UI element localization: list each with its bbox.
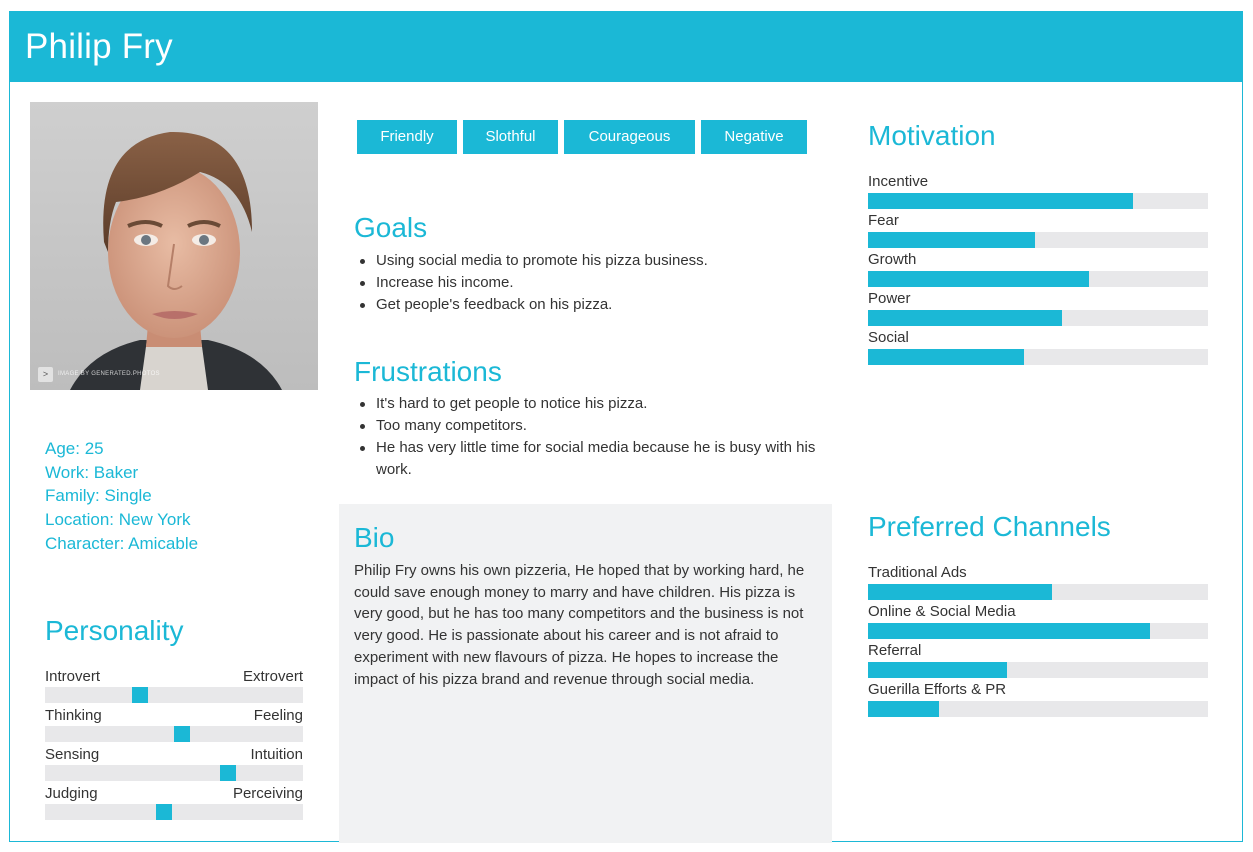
scale-labels: Judging Perceiving xyxy=(45,784,303,803)
bar-fill xyxy=(868,701,940,717)
channels-bars: Traditional Ads Online & Social Media Refe… xyxy=(868,563,1208,719)
fact-location: Location: New York xyxy=(45,510,191,530)
bar-track xyxy=(868,701,1208,717)
trait-tag-courageous[interactable]: Courageous xyxy=(564,120,695,154)
channels-bar-online-and-social-media: Online & Social Media xyxy=(868,602,1208,641)
bar-fill xyxy=(868,271,1089,287)
bar-track xyxy=(868,623,1208,639)
motivation-bar-incentive: Incentive xyxy=(868,172,1208,211)
motivation-bar-fear: Fear xyxy=(868,211,1208,250)
list-item: He has very little time for social media… xyxy=(354,437,824,481)
scale-left-label: Introvert xyxy=(45,668,101,685)
scale-left-label: Judging xyxy=(45,785,98,802)
motivation-bars: Incentive Fear Growth Power Social xyxy=(868,172,1208,367)
scale-marker xyxy=(155,804,172,820)
scale-track xyxy=(45,726,303,742)
persona-card: Philip Fry > IMAGE BY GENERATED.PHOTOS A… xyxy=(9,11,1243,843)
fact-family: Family: Single xyxy=(45,486,152,506)
scale-marker xyxy=(220,765,237,781)
fact-age: Age: 25 xyxy=(45,439,104,458)
scale-left-label: Thinking xyxy=(45,707,102,724)
bar-label: Incentive xyxy=(868,173,929,190)
list-item: It's hard to get people to notice his pi… xyxy=(354,393,824,415)
scale-labels: Introvert Extrovert xyxy=(45,667,303,686)
trait-tag-friendly[interactable]: Friendly xyxy=(357,120,457,154)
personality-scale-judging-perceiving: Judging Perceiving xyxy=(45,784,303,823)
trait-tags: Friendly Slothful Courageous Negative xyxy=(357,120,813,154)
bar-fill xyxy=(868,193,1134,209)
motivation-bar-power: Power xyxy=(868,289,1208,328)
bar-track xyxy=(868,584,1208,600)
bar-track xyxy=(868,271,1208,287)
motivation-bar-growth: Growth xyxy=(868,250,1208,289)
bar-fill xyxy=(868,584,1052,600)
channels-bar-guerilla-efforts-and-pr: Guerilla Efforts & PR xyxy=(868,680,1208,719)
frustrations-heading: Frustrations xyxy=(354,356,502,387)
goals-heading: Goals xyxy=(354,212,428,243)
persona-name: Philip Fry xyxy=(25,27,173,66)
personality-scale-sensing-intuition: Sensing Intuition xyxy=(45,745,303,784)
list-item: Too many competitors. xyxy=(354,415,824,437)
list-item: Using social media to promote his pizza … xyxy=(354,250,824,272)
scale-track xyxy=(45,765,303,781)
scale-right-label: Extrovert xyxy=(242,668,303,685)
personality-scales: Introvert Extrovert Thinking Feeling Sensing… xyxy=(45,667,303,823)
bar-track xyxy=(868,349,1208,365)
goals-list: Using social media to promote his pizza … xyxy=(354,250,824,316)
fact-character: Character: Amicable xyxy=(45,533,199,553)
bar-label: Referral xyxy=(868,642,922,659)
header-bar: Philip Fry xyxy=(10,12,1242,82)
personality-scale-introvert-extrovert: Introvert Extrovert xyxy=(45,667,303,706)
scale-right-label: Intuition xyxy=(250,746,303,763)
scale-labels: Sensing Intuition xyxy=(45,745,303,764)
channels-heading: Preferred Channels xyxy=(868,511,1111,542)
bar-label: Online & Social Media xyxy=(868,603,1016,620)
bar-label: Growth xyxy=(868,251,917,268)
scale-right-label: Feeling xyxy=(253,707,303,724)
bar-track xyxy=(868,193,1208,209)
scale-right-label: Perceiving xyxy=(232,785,303,802)
trait-tag-negative[interactable]: Negative xyxy=(701,120,807,154)
channels-bar-traditional-ads: Traditional Ads xyxy=(868,563,1208,602)
personality-scale-thinking-feeling: Thinking Feeling xyxy=(45,706,303,745)
personality-heading: Personality xyxy=(45,615,184,646)
bar-label: Power xyxy=(868,290,911,307)
bio-panel: Bio Philip Fry owns his own pizzeria, He… xyxy=(339,504,832,843)
bar-fill xyxy=(868,232,1035,248)
motivation-bar-social: Social xyxy=(868,328,1208,367)
bar-fill xyxy=(868,349,1025,365)
bar-fill xyxy=(868,310,1062,326)
persona-facts: Age: 25 Work: Baker Family: Single Locat… xyxy=(45,437,198,556)
persona-photo: > IMAGE BY GENERATED.PHOTOS xyxy=(30,102,318,390)
bio-heading: Bio xyxy=(354,522,395,553)
trait-tag-slothful[interactable]: Slothful xyxy=(463,120,558,154)
list-item: Get people's feedback on his pizza. xyxy=(354,294,824,316)
bar-track xyxy=(868,232,1208,248)
bar-label: Fear xyxy=(868,212,899,229)
bar-track xyxy=(868,662,1208,678)
scale-marker xyxy=(173,726,190,742)
portrait-illustration xyxy=(30,102,318,390)
scale-track xyxy=(45,687,303,703)
fact-work: Work: Baker xyxy=(45,462,139,482)
bar-label: Traditional Ads xyxy=(868,564,967,581)
scale-left-label: Sensing xyxy=(45,746,100,763)
bio-text: Philip Fry owns his own pizzeria, He hop… xyxy=(354,562,805,688)
bar-fill xyxy=(868,662,1008,678)
photo-watermark: > IMAGE BY GENERATED.PHOTOS xyxy=(38,367,160,382)
channels-bar-referral: Referral xyxy=(868,641,1208,680)
watermark-logo-icon: > xyxy=(38,367,53,382)
list-item: Increase his income. xyxy=(354,272,824,294)
scale-track xyxy=(45,804,303,820)
frustrations-list: It's hard to get people to notice his pi… xyxy=(354,393,824,481)
scale-labels: Thinking Feeling xyxy=(45,706,303,725)
bar-label: Guerilla Efforts & PR xyxy=(868,681,1007,698)
motivation-heading: Motivation xyxy=(868,120,996,151)
bar-track xyxy=(868,310,1208,326)
watermark-text: IMAGE BY GENERATED.PHOTOS xyxy=(58,371,160,377)
bar-label: Social xyxy=(868,329,909,346)
bar-fill xyxy=(868,623,1151,639)
scale-marker xyxy=(132,687,149,703)
